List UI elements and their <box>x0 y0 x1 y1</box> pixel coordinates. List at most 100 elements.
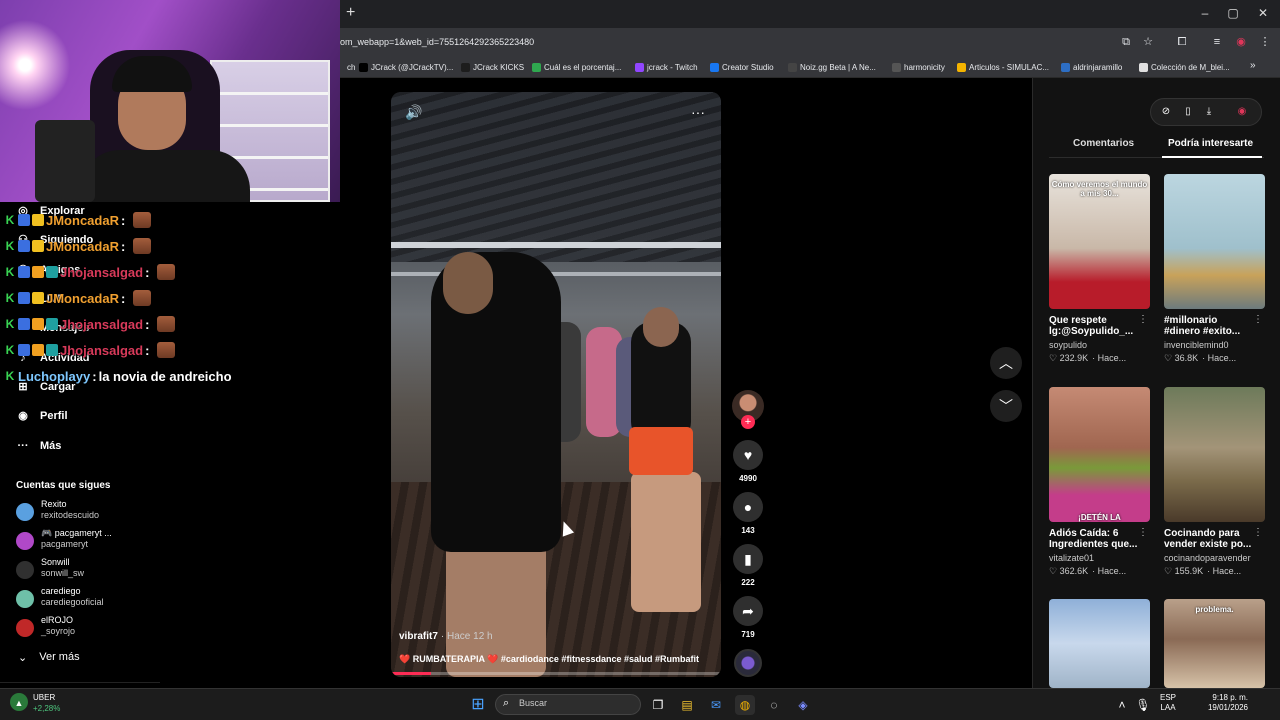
video-thumbnail[interactable] <box>1049 599 1150 688</box>
like-button[interactable]: ♥ 4990 <box>733 440 763 483</box>
bookmarks-more-button[interactable]: » <box>1250 60 1256 71</box>
card-author[interactable]: soypulido <box>1049 340 1149 350</box>
comment-button[interactable]: ● 143 <box>733 492 763 535</box>
minimize-button[interactable]: – <box>1195 5 1215 21</box>
tab-comentarios[interactable]: Comentarios <box>1073 138 1134 149</box>
sidebar-item-more[interactable]: ··· Más <box>16 438 62 454</box>
bookmark-item[interactable]: harmonicity <box>892 61 945 73</box>
card-more-icon[interactable]: ⋮ <box>1253 314 1263 325</box>
bookmark-item[interactable]: Articulos - SIMULAC... <box>957 61 1049 73</box>
file-explorer-icon[interactable]: ▤ <box>677 695 697 715</box>
extensions-icon[interactable]: ⧠ <box>1174 34 1190 50</box>
card-more-icon[interactable]: ⋮ <box>1138 527 1148 538</box>
mobile-icon[interactable]: ▯ <box>1180 104 1196 120</box>
chat-message: K Jhojansalgad : <box>4 262 176 282</box>
new-tab-button[interactable]: + <box>346 4 362 22</box>
bookmark-label: JCrack (@JCrackTV)... <box>371 62 454 72</box>
video-thumbnail[interactable]: ¡DETÉN LA <box>1049 387 1150 522</box>
bookmark-item[interactable]: jcrack - Twitch <box>635 61 698 73</box>
chat-separator: : <box>145 342 150 358</box>
task-view-icon[interactable]: ❐ <box>648 695 668 715</box>
recommended-video-card[interactable]: Cocinando para vender existe po... cocinan… <box>1164 387 1265 577</box>
video-thumbnail[interactable] <box>1164 387 1265 522</box>
recommended-video-card[interactable]: #millonario #dinero #exito... invenciblemi… <box>1164 174 1265 364</box>
chat-message: K Jhojansalgad : <box>4 314 176 334</box>
volume-icon[interactable]: 🔊 <box>405 104 422 121</box>
recommended-video-card[interactable]: ¡DETÉN LA Adiós Caída: 6 Ingredientes que.… <box>1049 387 1150 577</box>
card-author[interactable]: invenciblemind0 <box>1164 340 1264 350</box>
bookmark-item[interactable]: Cuál es el porcentaj... <box>532 61 621 73</box>
language-indicator[interactable]: ESP LAA <box>1160 693 1176 713</box>
more-options-icon[interactable]: ··· <box>691 104 705 120</box>
card-title: Cocinando para <box>1164 528 1240 539</box>
video-thumbnail[interactable] <box>1164 174 1265 309</box>
stock-widget-icon[interactable]: ▲ <box>10 693 28 711</box>
bookmark-label: ch <box>347 62 356 72</box>
see-more-button[interactable]: ⌄ Ver más <box>18 651 80 664</box>
avatar <box>16 503 34 521</box>
save-button[interactable]: ▮ 222 <box>733 544 763 587</box>
recommended-video-card[interactable] <box>1049 599 1150 688</box>
previous-video-button[interactable]: ︿ <box>990 347 1022 379</box>
tiktok-profile-icon[interactable]: ◉ <box>1234 104 1250 120</box>
windows-start-icon[interactable]: ⊞ <box>468 695 488 715</box>
bookmark-label: Creator Studio <box>722 62 774 72</box>
app-icon[interactable]: ◌ <box>764 695 784 715</box>
chrome-icon[interactable]: ◍ <box>735 695 755 715</box>
avatar <box>16 532 34 550</box>
download-icon[interactable]: ⤓ <box>1201 104 1217 120</box>
discord-icon[interactable]: ◈ <box>793 695 813 715</box>
profile-icon[interactable]: ◉ <box>1233 34 1249 50</box>
chat-badge-icon <box>46 266 58 278</box>
reading-list-icon[interactable]: ≡ <box>1209 34 1225 50</box>
comment-icon: ● <box>733 492 763 522</box>
tab-podria-interesarte[interactable]: Podría interesarte <box>1168 138 1253 149</box>
video-progress-bar[interactable] <box>391 672 721 675</box>
video-author-name[interactable]: vibrafit7 <box>399 631 438 642</box>
bookmark-star-icon[interactable]: ☆ <box>1140 34 1156 50</box>
sidebar-item-profile[interactable]: ◉ Perfil <box>16 408 67 424</box>
video-thumbnail[interactable]: Cómo veremos el mundo a mis 30... <box>1049 174 1150 309</box>
url-text[interactable]: om_webapp=1&web_id=7551264292365223480 <box>340 37 534 47</box>
compass-icon[interactable]: ⊘ <box>1158 104 1174 120</box>
bookmark-item[interactable]: Colección de M_blei... <box>1139 61 1230 73</box>
chat-separator: : <box>120 238 126 254</box>
bookmark-item[interactable]: aldrinjaramillo <box>1061 61 1122 73</box>
recommended-video-card[interactable]: problema. <box>1164 599 1265 688</box>
video-progress-fill <box>391 672 431 675</box>
account-name: Rexito <box>41 499 67 509</box>
bookmark-favicon-icon <box>892 62 901 72</box>
video-player[interactable]: 🔊 ··· vibrafit7 · Hace 12 h ❤️ RUMBATERAP… <box>391 92 721 677</box>
mail-icon[interactable]: ✉ <box>706 695 726 715</box>
close-button[interactable]: ✕ <box>1253 5 1273 21</box>
restore-button[interactable]: ▢ <box>1223 5 1243 21</box>
clock[interactable]: 9:18 p. m. 19/01/2026 <box>1200 693 1248 713</box>
tray-chevron-icon[interactable]: ˄ <box>1112 695 1132 715</box>
share-button[interactable]: ➦ 719 <box>733 596 763 639</box>
account-name: Sonwill <box>41 557 70 567</box>
stock-name[interactable]: UBER <box>33 693 55 702</box>
microphone-icon[interactable]: 🎙 <box>1133 695 1153 715</box>
chat-emote-icon <box>157 316 176 332</box>
chrome-menu-icon[interactable]: ⋮ <box>1257 34 1273 50</box>
card-stats: ♡ 155.9K · Hace... <box>1164 566 1265 577</box>
bookmark-item[interactable]: JCrack KICKS <box>461 61 524 73</box>
video-author[interactable]: vibrafit7 · Hace 12 h <box>399 631 493 642</box>
card-more-icon[interactable]: ⋮ <box>1138 314 1148 325</box>
music-disc-icon[interactable] <box>734 649 762 677</box>
install-app-icon[interactable]: ⧉ <box>1118 34 1134 50</box>
account-name: elROJO <box>41 615 74 625</box>
video-thumbnail[interactable]: problema. <box>1164 599 1265 688</box>
bookmark-item[interactable]: JCrack (@JCrackTV)... <box>359 61 453 73</box>
taskbar-search[interactable] <box>495 694 641 715</box>
card-author[interactable]: cocinandoparavender <box>1164 553 1264 563</box>
recommended-video-card[interactable]: Cómo veremos el mundo a mis 30... Que res… <box>1049 174 1150 364</box>
bookmark-item[interactable]: Noiz.gg Beta | A Ne... <box>788 61 876 73</box>
card-author[interactable]: vitalizate01 <box>1049 553 1149 563</box>
bookmark-item[interactable]: Creator Studio <box>710 61 774 73</box>
card-likes: ♡ 36.8K <box>1164 353 1199 363</box>
chat-badge-icon <box>18 292 30 304</box>
follow-plus-icon[interactable]: + <box>741 415 755 429</box>
next-video-button[interactable]: ﹀ <box>990 390 1022 422</box>
card-more-icon[interactable]: ⋮ <box>1253 527 1263 538</box>
